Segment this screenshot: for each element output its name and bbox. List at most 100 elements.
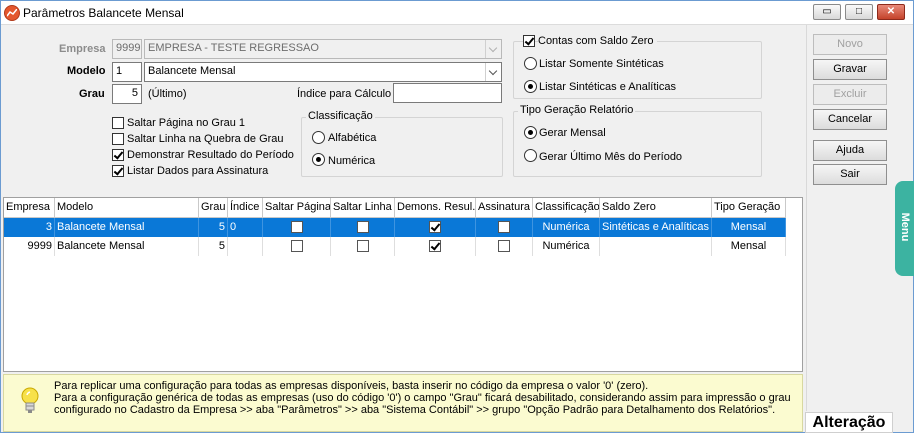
listar-assinatura-checkbox[interactable]: [112, 165, 124, 177]
column-header-assinatura[interactable]: Assinatura: [476, 198, 533, 218]
cell-modelo[interactable]: Balancete Mensal: [55, 237, 199, 256]
column-header-tipo-geracao[interactable]: Tipo Geração: [712, 198, 786, 218]
cell-grau[interactable]: 5: [199, 218, 228, 237]
minimize-icon: ▭: [822, 6, 832, 17]
info-line-1: Para replicar uma configuração para toda…: [54, 380, 649, 392]
gerar-mensal-label: Gerar Mensal: [539, 127, 606, 139]
status-mode: Alteração: [805, 412, 893, 433]
numerica-radio[interactable]: [312, 153, 325, 166]
chevron-down-icon[interactable]: [485, 63, 501, 81]
maximize-button[interactable]: □: [845, 4, 873, 20]
menu-tab-label: Menu: [899, 212, 911, 242]
cell-grau[interactable]: 5: [199, 237, 228, 256]
gravar-button[interactable]: Gravar: [813, 59, 887, 80]
cell-modelo[interactable]: Balancete Mensal: [55, 218, 199, 237]
grau-field[interactable]: 5: [112, 84, 142, 104]
listar-assinatura-label: Listar Dados para Assinatura: [127, 165, 269, 177]
cell-classificacao[interactable]: Numérica: [533, 237, 600, 256]
cancelar-button[interactable]: Cancelar: [813, 109, 887, 130]
alfabetica-radio[interactable]: [312, 131, 325, 144]
saltar-linha-label: Saltar Linha na Quebra de Grau: [127, 133, 284, 145]
close-icon: ✕: [886, 6, 896, 17]
info-panel: Para replicar uma configuração para toda…: [3, 374, 803, 432]
novo-button[interactable]: Novo: [813, 34, 887, 55]
maximize-icon: □: [855, 6, 863, 17]
gerar-mensal-radio[interactable]: [524, 126, 537, 139]
saltar-pagina-checkbox[interactable]: [112, 117, 124, 129]
tipo-geracao-title: Tipo Geração Relatório: [518, 104, 636, 116]
assinatura-cell-checkbox[interactable]: [498, 240, 510, 252]
cell-assinatura[interactable]: [476, 237, 533, 256]
cell-indice[interactable]: [228, 237, 263, 256]
window-title: Parâmetros Balancete Mensal: [23, 6, 184, 20]
cell-demons-resul[interactable]: [395, 237, 476, 256]
cell-empresa[interactable]: 3: [4, 218, 55, 237]
indice-field[interactable]: [393, 83, 502, 103]
cell-empresa[interactable]: 9999: [4, 237, 55, 256]
table-row[interactable]: 9999 Balancete Mensal 5 Numérica Mensal: [4, 237, 786, 256]
demonstrar-resultado-label: Demonstrar Resultado do Período: [127, 149, 294, 161]
saltar-linha-cell-checkbox[interactable]: [357, 240, 369, 252]
saldo-zero-label: Contas com Saldo Zero: [538, 35, 657, 47]
empresa-name: EMPRESA - TESTE REGRESSAO: [148, 42, 319, 54]
column-header-saldo-zero[interactable]: Saldo Zero: [600, 198, 712, 218]
cell-classificacao[interactable]: Numérica: [533, 218, 600, 237]
main-window: Parâmetros Balancete Mensal ▭ □ ✕ Empres…: [0, 0, 914, 433]
cell-demons-resul[interactable]: [395, 218, 476, 237]
column-header-saltar-linha[interactable]: Saltar Linha: [331, 198, 395, 218]
menu-tab[interactable]: Menu: [895, 181, 914, 276]
table-header: Empresa Modelo Grau Índice Saltar Página…: [4, 198, 786, 218]
parametros-table[interactable]: Empresa Modelo Grau Índice Saltar Página…: [3, 197, 803, 372]
demons-resul-cell-checkbox[interactable]: [429, 240, 441, 252]
ajuda-button[interactable]: Ajuda: [813, 140, 887, 161]
info-line-2: Para a configuração genérica de todas as…: [54, 392, 791, 416]
gerar-ultimo-mes-radio[interactable]: [524, 149, 537, 162]
cell-indice[interactable]: 0: [228, 218, 263, 237]
minimize-button[interactable]: ▭: [813, 4, 841, 20]
modelo-name: Balancete Mensal: [148, 65, 236, 77]
saltar-pagina-cell-checkbox[interactable]: [291, 221, 303, 233]
cell-saldo-zero[interactable]: [600, 237, 712, 256]
saltar-linha-checkbox[interactable]: [112, 133, 124, 145]
modelo-select[interactable]: Balancete Mensal: [144, 62, 502, 82]
saldo-zero-checkbox[interactable]: [523, 35, 535, 47]
grau-note: (Último): [148, 88, 187, 100]
close-button[interactable]: ✕: [877, 4, 905, 20]
assinatura-cell-checkbox[interactable]: [498, 221, 510, 233]
cell-saltar-linha[interactable]: [331, 218, 395, 237]
column-header-empresa[interactable]: Empresa: [4, 198, 55, 218]
cell-saltar-pagina[interactable]: [263, 218, 331, 237]
lightbulb-icon: [21, 387, 39, 413]
cell-tipo-geracao[interactable]: Mensal: [712, 218, 786, 237]
listar-sinteticas-label: Listar Somente Sintéticas: [539, 58, 664, 70]
listar-sinteticas-radio[interactable]: [524, 57, 537, 70]
saltar-pagina-cell-checkbox[interactable]: [291, 240, 303, 252]
cell-saltar-pagina[interactable]: [263, 237, 331, 256]
column-header-modelo[interactable]: Modelo: [55, 198, 199, 218]
classificacao-title: Classificação: [306, 110, 375, 122]
modelo-code-field[interactable]: 1: [112, 62, 142, 82]
column-header-classificacao[interactable]: Classificação: [533, 198, 600, 218]
table-row[interactable]: 3 Balancete Mensal 5 0 Numérica Sintétic…: [4, 218, 786, 237]
alfabetica-label: Alfabética: [328, 132, 377, 144]
sair-button[interactable]: Sair: [813, 164, 887, 185]
saltar-pagina-label: Saltar Página no Grau 1: [127, 117, 246, 129]
column-header-indice[interactable]: Índice: [228, 198, 263, 218]
demons-resul-cell-checkbox[interactable]: [429, 221, 441, 233]
title-bar: Parâmetros Balancete Mensal ▭ □ ✕: [1, 1, 913, 25]
column-header-saltar-pagina[interactable]: Saltar Página: [263, 198, 331, 218]
demonstrar-resultado-checkbox[interactable]: [112, 149, 124, 161]
saltar-linha-cell-checkbox[interactable]: [357, 221, 369, 233]
empresa-select: EMPRESA - TESTE REGRESSAO: [144, 39, 502, 59]
cell-tipo-geracao[interactable]: Mensal: [712, 237, 786, 256]
cell-assinatura[interactable]: [476, 218, 533, 237]
column-header-grau[interactable]: Grau: [199, 198, 228, 218]
tipo-geracao-group: Tipo Geração Relatório: [513, 104, 762, 177]
column-header-demons-resul[interactable]: Demons. Resul.: [395, 198, 476, 218]
cell-saldo-zero[interactable]: Sintéticas e Analíticas: [600, 218, 712, 237]
cell-saltar-linha[interactable]: [331, 237, 395, 256]
modelo-label: Modelo: [67, 65, 106, 77]
listar-sinteticas-analiticas-radio[interactable]: [524, 80, 537, 93]
empresa-label: Empresa: [59, 43, 106, 55]
excluir-button[interactable]: Excluir: [813, 84, 887, 105]
